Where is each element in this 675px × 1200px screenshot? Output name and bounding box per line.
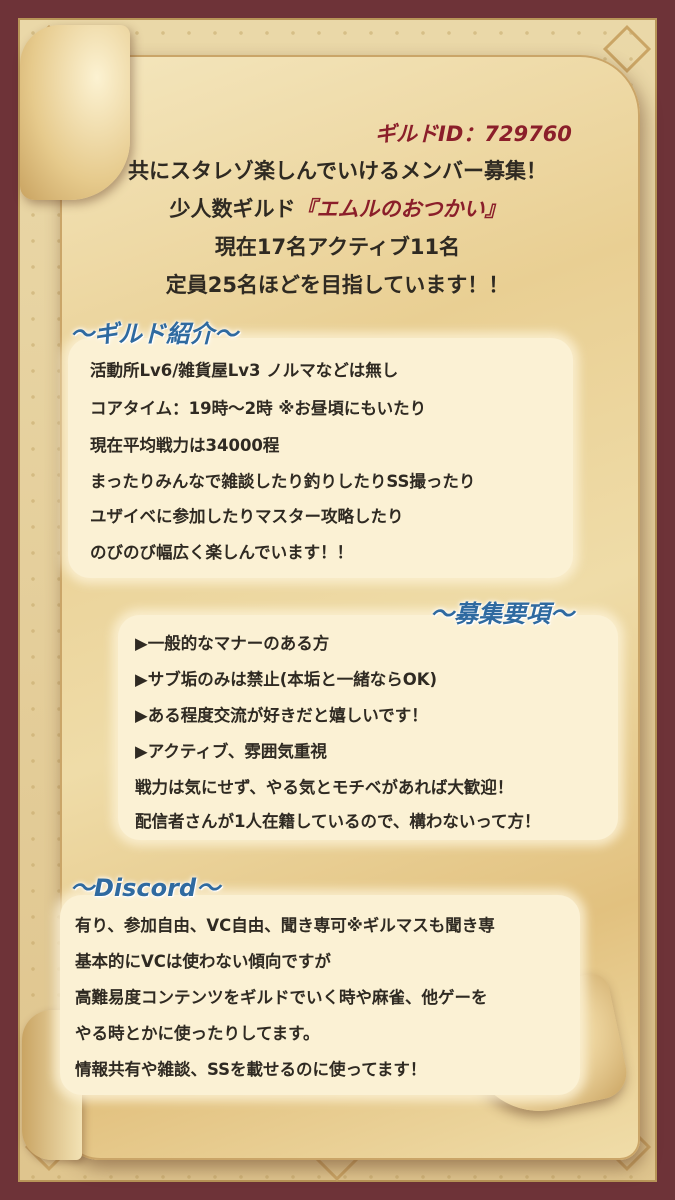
- intro-line: コアタイム：19時～2時 ※お昼頃にもいたり: [90, 399, 427, 418]
- discord-line: やる時とかに使ったりしてます。: [75, 1024, 320, 1043]
- guild-id: ギルドID：729760: [375, 122, 572, 146]
- intro-line: 現在平均戦力は34000程: [90, 436, 280, 455]
- recruit-line: ▶ある程度交流が好きだと嬉しいです！: [135, 706, 428, 725]
- discord-line: 高難易度コンテンツをギルドでいく時や麻雀、他ゲーを: [75, 988, 488, 1007]
- intro-line: のびのび幅広く楽しんでいます！！: [90, 543, 354, 562]
- guild-name: 『エムルのおつかい』: [295, 197, 506, 221]
- recruit-line: 配信者さんが1人在籍しているので、構わないって方！: [135, 812, 541, 831]
- recruit-line: ▶サブ垢のみは禁止(本垢と一緒ならOK): [135, 670, 438, 689]
- intro-line: まったりみんなで雑談したり釣りしたりSS撮ったり: [90, 472, 476, 491]
- discord-line: 情報共有や雑談、SSを載せるのに使ってます！: [75, 1060, 427, 1079]
- header-line-2-prefix: 少人数ギルド: [169, 197, 296, 221]
- recruit-heading: ～募集要項～: [430, 600, 574, 628]
- discord-heading: ～Discord～: [70, 874, 221, 902]
- header-line-2: 少人数ギルド『エムルのおつかい』: [0, 193, 675, 223]
- recruit-line: ▶一般的なマナーのある方: [135, 634, 330, 653]
- intro-heading: ～ギルド紹介～: [70, 320, 238, 348]
- header-line-3: 現在17名アクティブ11名: [214, 235, 461, 259]
- intro-line: 活動所Lv6/雑貨屋Lv3 ノルマなどは無し: [90, 361, 399, 380]
- header-line-1: 共にスタレゾ楽しんでいけるメンバー募集！: [128, 159, 547, 183]
- recruit-line: 戦力は気にせず、やる気とモチベがあれば大歓迎！: [135, 778, 514, 797]
- discord-line: 有り、参加自由、VC自由、聞き専可※ギルマスも聞き専: [75, 916, 495, 935]
- recruit-line: ▶アクティブ、雰囲気重視: [135, 742, 327, 761]
- header-line-4: 定員25名ほどを目指しています！！: [165, 273, 510, 297]
- intro-line: ユザイベに参加したりマスター攻略したり: [90, 507, 404, 526]
- discord-line: 基本的にVCは使わない傾向ですが: [75, 952, 331, 971]
